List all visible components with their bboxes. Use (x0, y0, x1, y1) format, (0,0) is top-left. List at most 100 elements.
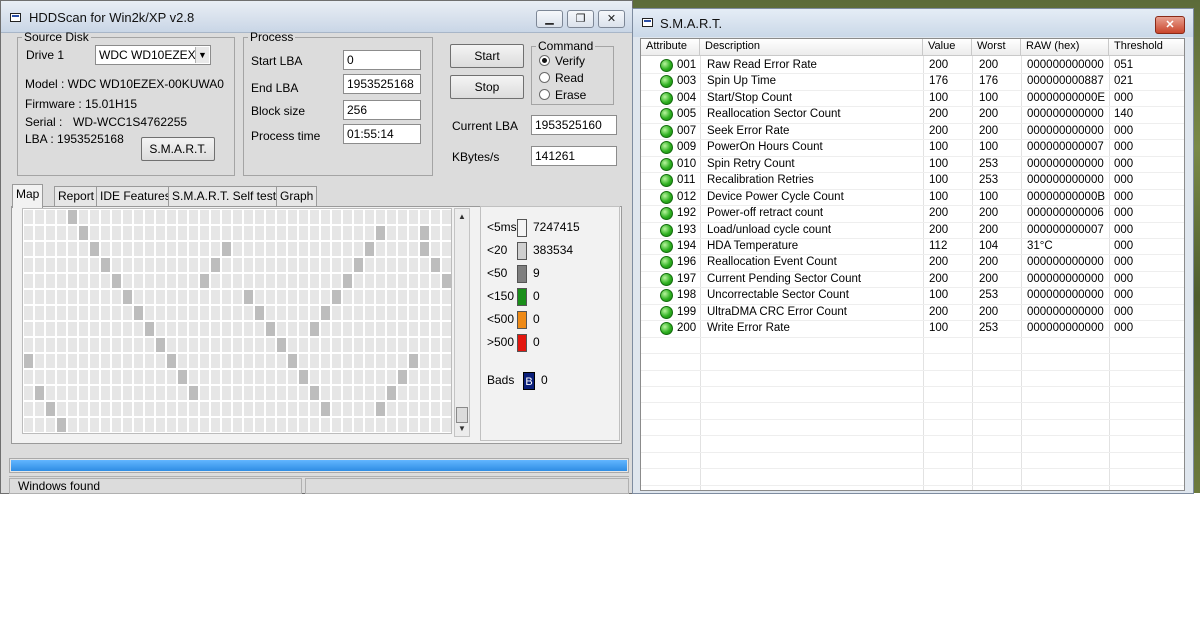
smart-table-row[interactable]: 197 Current Pending Sector Count 200 200 000… (641, 271, 1184, 287)
sector-block (365, 242, 374, 256)
sector-block (90, 258, 99, 272)
col-header-description[interactable]: Description (700, 39, 923, 56)
sector-block (68, 418, 77, 432)
tab-map[interactable]: Map (12, 184, 44, 208)
sector-block (310, 242, 319, 256)
sector-block (310, 354, 319, 368)
sector-block (299, 274, 308, 288)
stop-button[interactable]: Stop (450, 75, 524, 99)
drive-select[interactable]: WDC WD10EZEX-0 ▼ (95, 45, 211, 65)
kbytes-field: 141261 (531, 146, 617, 166)
sector-block (321, 242, 330, 256)
sector-block (222, 386, 231, 400)
smart-table-row[interactable]: 199 UltraDMA CRC Error Count 200 200 0000000… (641, 304, 1184, 320)
tab-smart-self-tests[interactable]: S.M.A.R.T. Self tests (168, 186, 287, 206)
col-header-worst[interactable]: Worst (972, 39, 1021, 56)
sector-block (35, 210, 44, 224)
smart-table-row[interactable]: 011 Recalibration Retries 100 253 0000000000… (641, 172, 1184, 188)
radio-unchecked-icon[interactable] (539, 89, 550, 100)
sector-block (365, 306, 374, 320)
sector-block (332, 402, 341, 416)
smart-table-row[interactable]: 009 PowerOn Hours Count 100 100 000000000007… (641, 139, 1184, 155)
sector-block (365, 210, 374, 224)
sector-block (244, 354, 253, 368)
sector-block (365, 386, 374, 400)
sector-block (277, 210, 286, 224)
attribute-value: 200 (929, 108, 949, 120)
sector-block (277, 402, 286, 416)
sector-block (200, 258, 209, 272)
smart-table-row[interactable]: 198 Uncorrectable Sector Count 100 253 00000… (641, 287, 1184, 303)
smart-table-row[interactable]: 007 Seek Error Rate 200 200 000000000000 000 (641, 123, 1184, 139)
smart-button[interactable]: S.M.A.R.T. (141, 137, 215, 161)
scroll-down-icon[interactable]: ▼ (455, 422, 469, 436)
smart-table-row[interactable]: 200 Write Error Rate 100 253 000000000000 000 (641, 320, 1184, 336)
smart-table-row[interactable]: 001 Raw Read Error Rate 200 200 000000000000… (641, 57, 1184, 73)
smart-table-row[interactable]: 193 Load/unload cycle count 200 200 00000000… (641, 222, 1184, 238)
tab-graph[interactable]: Graph (276, 186, 318, 206)
col-header-raw-hex[interactable]: RAW (hex) (1021, 39, 1109, 56)
attribute-value: 100 (929, 141, 949, 153)
sector-block (189, 210, 198, 224)
close-button[interactable]: ✕ (598, 10, 625, 28)
sector-block (57, 322, 66, 336)
sector-block (343, 258, 352, 272)
sector-block (398, 338, 407, 352)
sector-block (277, 306, 286, 320)
sector-block (288, 402, 297, 416)
sector-block (211, 402, 220, 416)
sector-block (79, 338, 88, 352)
command-read-radio[interactable]: Read (539, 71, 584, 85)
sector-block (233, 242, 242, 256)
radio-checked-icon[interactable] (539, 55, 550, 66)
row-divider (641, 468, 1184, 469)
attribute-raw: 000000000000 (1027, 256, 1104, 268)
sector-block (178, 274, 187, 288)
sector-block (409, 338, 418, 352)
hddscan-titlebar[interactable]: HDDScan for Win2k/XP v2.8 ▁ ❐ ✕ (1, 1, 632, 33)
smart-titlebar[interactable]: S.M.A.R.T. ✕ (633, 9, 1193, 37)
legend-row: <20 383534 (487, 241, 573, 261)
sector-block (112, 386, 121, 400)
smart-table-row[interactable]: 004 Start/Stop Count 100 100 00000000000E 000 (641, 90, 1184, 106)
sector-block (321, 386, 330, 400)
sector-block (233, 370, 242, 384)
attribute-value: 100 (929, 191, 949, 203)
smart-table-row[interactable]: 194 HDA Temperature 112 104 31°C 000 (641, 238, 1184, 254)
col-header-value[interactable]: Value (923, 39, 972, 56)
tab-ide-features[interactable]: IDE Features (96, 186, 175, 206)
radio-unchecked-icon[interactable] (539, 72, 550, 83)
sector-block (46, 210, 55, 224)
smart-table-row[interactable]: 005 Reallocation Sector Count 200 200 000000… (641, 106, 1184, 122)
col-header-threshold[interactable]: Threshold (1109, 39, 1184, 56)
end-lba-field[interactable]: 1953525168 (343, 74, 421, 94)
smart-table-row[interactable]: 003 Spin Up Time 176 176 000000000887 021 (641, 73, 1184, 89)
smart-table-row[interactable]: 010 Spin Retry Count 100 253 000000000000 000 (641, 156, 1184, 172)
sector-block (332, 242, 341, 256)
scroll-up-icon[interactable]: ▲ (455, 210, 469, 224)
command-erase-radio[interactable]: Erase (539, 88, 586, 102)
smart-table-row[interactable]: 192 Power-off retract count 200 200 00000000… (641, 205, 1184, 221)
sector-block (222, 274, 231, 288)
smart-table-row[interactable]: 196 Reallocation Event Count 200 200 0000000… (641, 254, 1184, 270)
sector-block (387, 274, 396, 288)
command-verify-radio[interactable]: Verify (539, 54, 585, 68)
map-scrollbar[interactable]: ▲ ▼ (454, 208, 470, 437)
smart-table-row[interactable]: 012 Device Power Cycle Count 100 100 0000000… (641, 189, 1184, 205)
tab-report[interactable]: Report (54, 186, 99, 206)
sector-block (101, 258, 110, 272)
col-header-attribute[interactable]: Attribute (641, 39, 700, 56)
chevron-down-icon[interactable]: ▼ (195, 47, 209, 63)
sector-block (112, 354, 121, 368)
start-button[interactable]: Start (450, 44, 524, 68)
smart-close-button[interactable]: ✕ (1155, 16, 1185, 34)
sector-block (420, 210, 429, 224)
block-size-field[interactable]: 256 (343, 100, 421, 120)
scrollbar-thumb[interactable] (456, 407, 468, 423)
restore-button[interactable]: ❐ (567, 10, 594, 28)
start-lba-field[interactable]: 0 (343, 50, 421, 70)
sector-block (24, 370, 33, 384)
minimize-button[interactable]: ▁ (536, 10, 563, 28)
sector-block (189, 322, 198, 336)
sector-block (101, 290, 110, 304)
